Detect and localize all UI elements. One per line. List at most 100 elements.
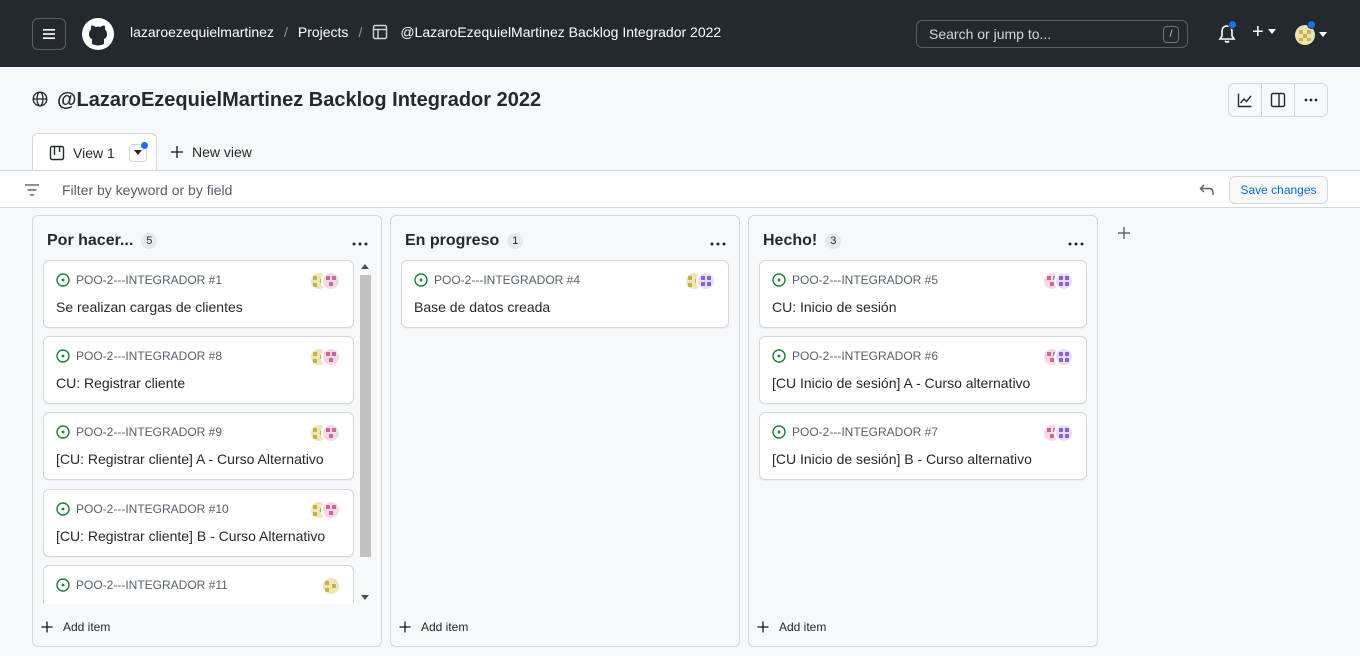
assignees [309, 423, 341, 443]
page-title: @LazaroEzequielMartinez Backlog Integrad… [57, 89, 542, 111]
card-list: POO-2---INTEGRADOR #1 Se realizan cargas… [43, 260, 355, 604]
assignees [309, 271, 341, 291]
column-menu-button[interactable] [1067, 234, 1085, 250]
card[interactable]: POO-2---INTEGRADOR #9 [CU: Registrar cli… [43, 412, 354, 480]
breadcrumb-user[interactable]: lazaroezequielmartinez [130, 24, 274, 40]
notifications-button[interactable] [1218, 20, 1237, 47]
new-view-button[interactable]: New view [170, 144, 252, 160]
column-menu-button[interactable] [351, 234, 369, 250]
card-title[interactable]: [CU: Registrar cliente] A - Curso Altern… [56, 451, 324, 467]
notification-dot [1307, 20, 1316, 29]
assignees [1042, 423, 1074, 443]
global-header: lazaroezequielmartinez / Projects / @Laz… [0, 0, 1360, 67]
new-view-label: New view [192, 144, 252, 160]
card[interactable]: POO-2---INTEGRADOR #5 CU: Inicio de sesi… [759, 260, 1087, 328]
unsaved-changes-dot [139, 140, 149, 150]
add-item-button[interactable]: Add item [757, 620, 826, 634]
issue-open-icon [56, 425, 70, 439]
user-menu-button[interactable] [1295, 20, 1327, 45]
issue-open-icon [56, 273, 70, 287]
board: Por hacer... 5 POO-2---INTEGRADOR #1 Se … [0, 208, 1360, 656]
column-title: Por hacer... [47, 232, 134, 249]
breadcrumb-separator: / [358, 24, 363, 40]
project-toolbar [1228, 83, 1328, 117]
avatar [321, 500, 341, 520]
card[interactable]: POO-2---INTEGRADOR #10 [CU: Registrar cl… [43, 489, 354, 557]
chevron-down-icon [1267, 29, 1276, 34]
card[interactable]: POO-2---INTEGRADOR #1 Se realizan cargas… [43, 260, 354, 328]
issue-open-icon [772, 349, 786, 363]
kebab-horizontal-icon [352, 242, 368, 246]
card-list: POO-2---INTEGRADOR #5 CU: Inicio de sesi… [759, 260, 1089, 604]
project-menu-button[interactable] [1295, 84, 1327, 116]
card-title[interactable]: CU: Inicio de sesión [772, 299, 897, 315]
add-item-button[interactable]: Add item [399, 620, 468, 634]
issue-open-icon [772, 273, 786, 287]
issue-open-icon [772, 425, 786, 439]
column-por-hacer: Por hacer... 5 POO-2---INTEGRADOR #1 Se … [32, 215, 382, 647]
menu-button[interactable] [32, 18, 66, 50]
card-ref: POO-2---INTEGRADOR #5 [792, 273, 939, 287]
column-scrollbar[interactable] [358, 260, 372, 604]
plus-icon [399, 621, 411, 633]
breadcrumb-project[interactable]: @LazaroEzequielMartinez Backlog Integrad… [400, 24, 721, 40]
kebab-horizontal-icon [710, 242, 726, 246]
card-title[interactable]: Base de datos creada [414, 299, 550, 315]
card[interactable]: POO-2---INTEGRADOR #11 [43, 565, 354, 604]
assignees [1042, 347, 1074, 367]
card-title[interactable]: [CU: Registrar cliente] B - Curso Altern… [56, 528, 325, 544]
card-title[interactable]: [CU Inicio de sesión] B - Curso alternat… [772, 451, 1032, 467]
avatar [1054, 347, 1074, 367]
avatar [1054, 271, 1074, 291]
assignees [1042, 271, 1074, 291]
card[interactable]: POO-2---INTEGRADOR #7 [CU Inicio de sesi… [759, 412, 1087, 480]
column-menu-button[interactable] [709, 234, 727, 250]
card-title[interactable]: Se realizan cargas de clientes [56, 299, 243, 315]
column-header: Por hacer... 5 [47, 232, 158, 250]
card-ref: POO-2---INTEGRADOR #7 [792, 425, 939, 439]
card-ref: POO-2---INTEGRADOR #4 [434, 273, 581, 287]
scroll-down-arrow[interactable] [361, 595, 369, 600]
avatar [321, 576, 341, 596]
search-shortcut-key: / [1163, 26, 1179, 43]
sidebar-icon [1270, 92, 1286, 108]
github-logo-icon[interactable] [81, 17, 115, 51]
breadcrumb-projects[interactable]: Projects [298, 24, 349, 40]
scroll-up-arrow[interactable] [361, 264, 369, 269]
view-options-button[interactable] [128, 140, 149, 162]
avatar [321, 271, 341, 291]
create-new-button[interactable]: + [1252, 22, 1276, 42]
column-count: 1 [507, 233, 524, 249]
card[interactable]: POO-2---INTEGRADOR #6 [CU Inicio de sesi… [759, 336, 1087, 404]
scroll-thumb[interactable] [360, 275, 371, 557]
tab-view-1[interactable]: View 1 [32, 133, 157, 171]
plus-icon [1118, 227, 1130, 239]
kebab-horizontal-icon [1304, 98, 1318, 102]
avatar [1295, 20, 1316, 45]
graph-icon [1237, 93, 1252, 108]
card[interactable]: POO-2---INTEGRADOR #8 CU: Registrar clie… [43, 336, 354, 404]
column-title: Hecho! [763, 232, 818, 249]
save-changes-button[interactable]: Save changes [1229, 176, 1328, 204]
plus-icon [41, 621, 53, 633]
filter-input[interactable]: Filter by keyword or by field [62, 182, 232, 198]
assignees [321, 576, 341, 596]
triangle-down-icon [133, 149, 142, 155]
insights-button[interactable] [1229, 84, 1262, 116]
add-column-button[interactable] [1106, 215, 1142, 251]
undo-icon[interactable] [1199, 182, 1215, 201]
side-panel-button[interactable] [1262, 84, 1295, 116]
assignees [684, 271, 716, 291]
card[interactable]: POO-2---INTEGRADOR #4 Base de datos crea… [401, 260, 729, 328]
search-input[interactable]: Search or jump to... / [916, 20, 1188, 48]
avatar [1054, 423, 1074, 443]
issue-open-icon [56, 578, 70, 592]
add-item-button[interactable]: Add item [41, 620, 110, 634]
column-header: Hecho! 3 [763, 232, 842, 250]
kebab-horizontal-icon [1068, 242, 1084, 246]
column-count: 3 [825, 233, 842, 249]
card-ref: POO-2---INTEGRADOR #10 [76, 502, 229, 516]
card-ref: POO-2---INTEGRADOR #1 [76, 273, 223, 287]
card-title[interactable]: CU: Registrar cliente [56, 375, 185, 391]
card-title[interactable]: [CU Inicio de sesión] A - Curso alternat… [772, 375, 1030, 391]
